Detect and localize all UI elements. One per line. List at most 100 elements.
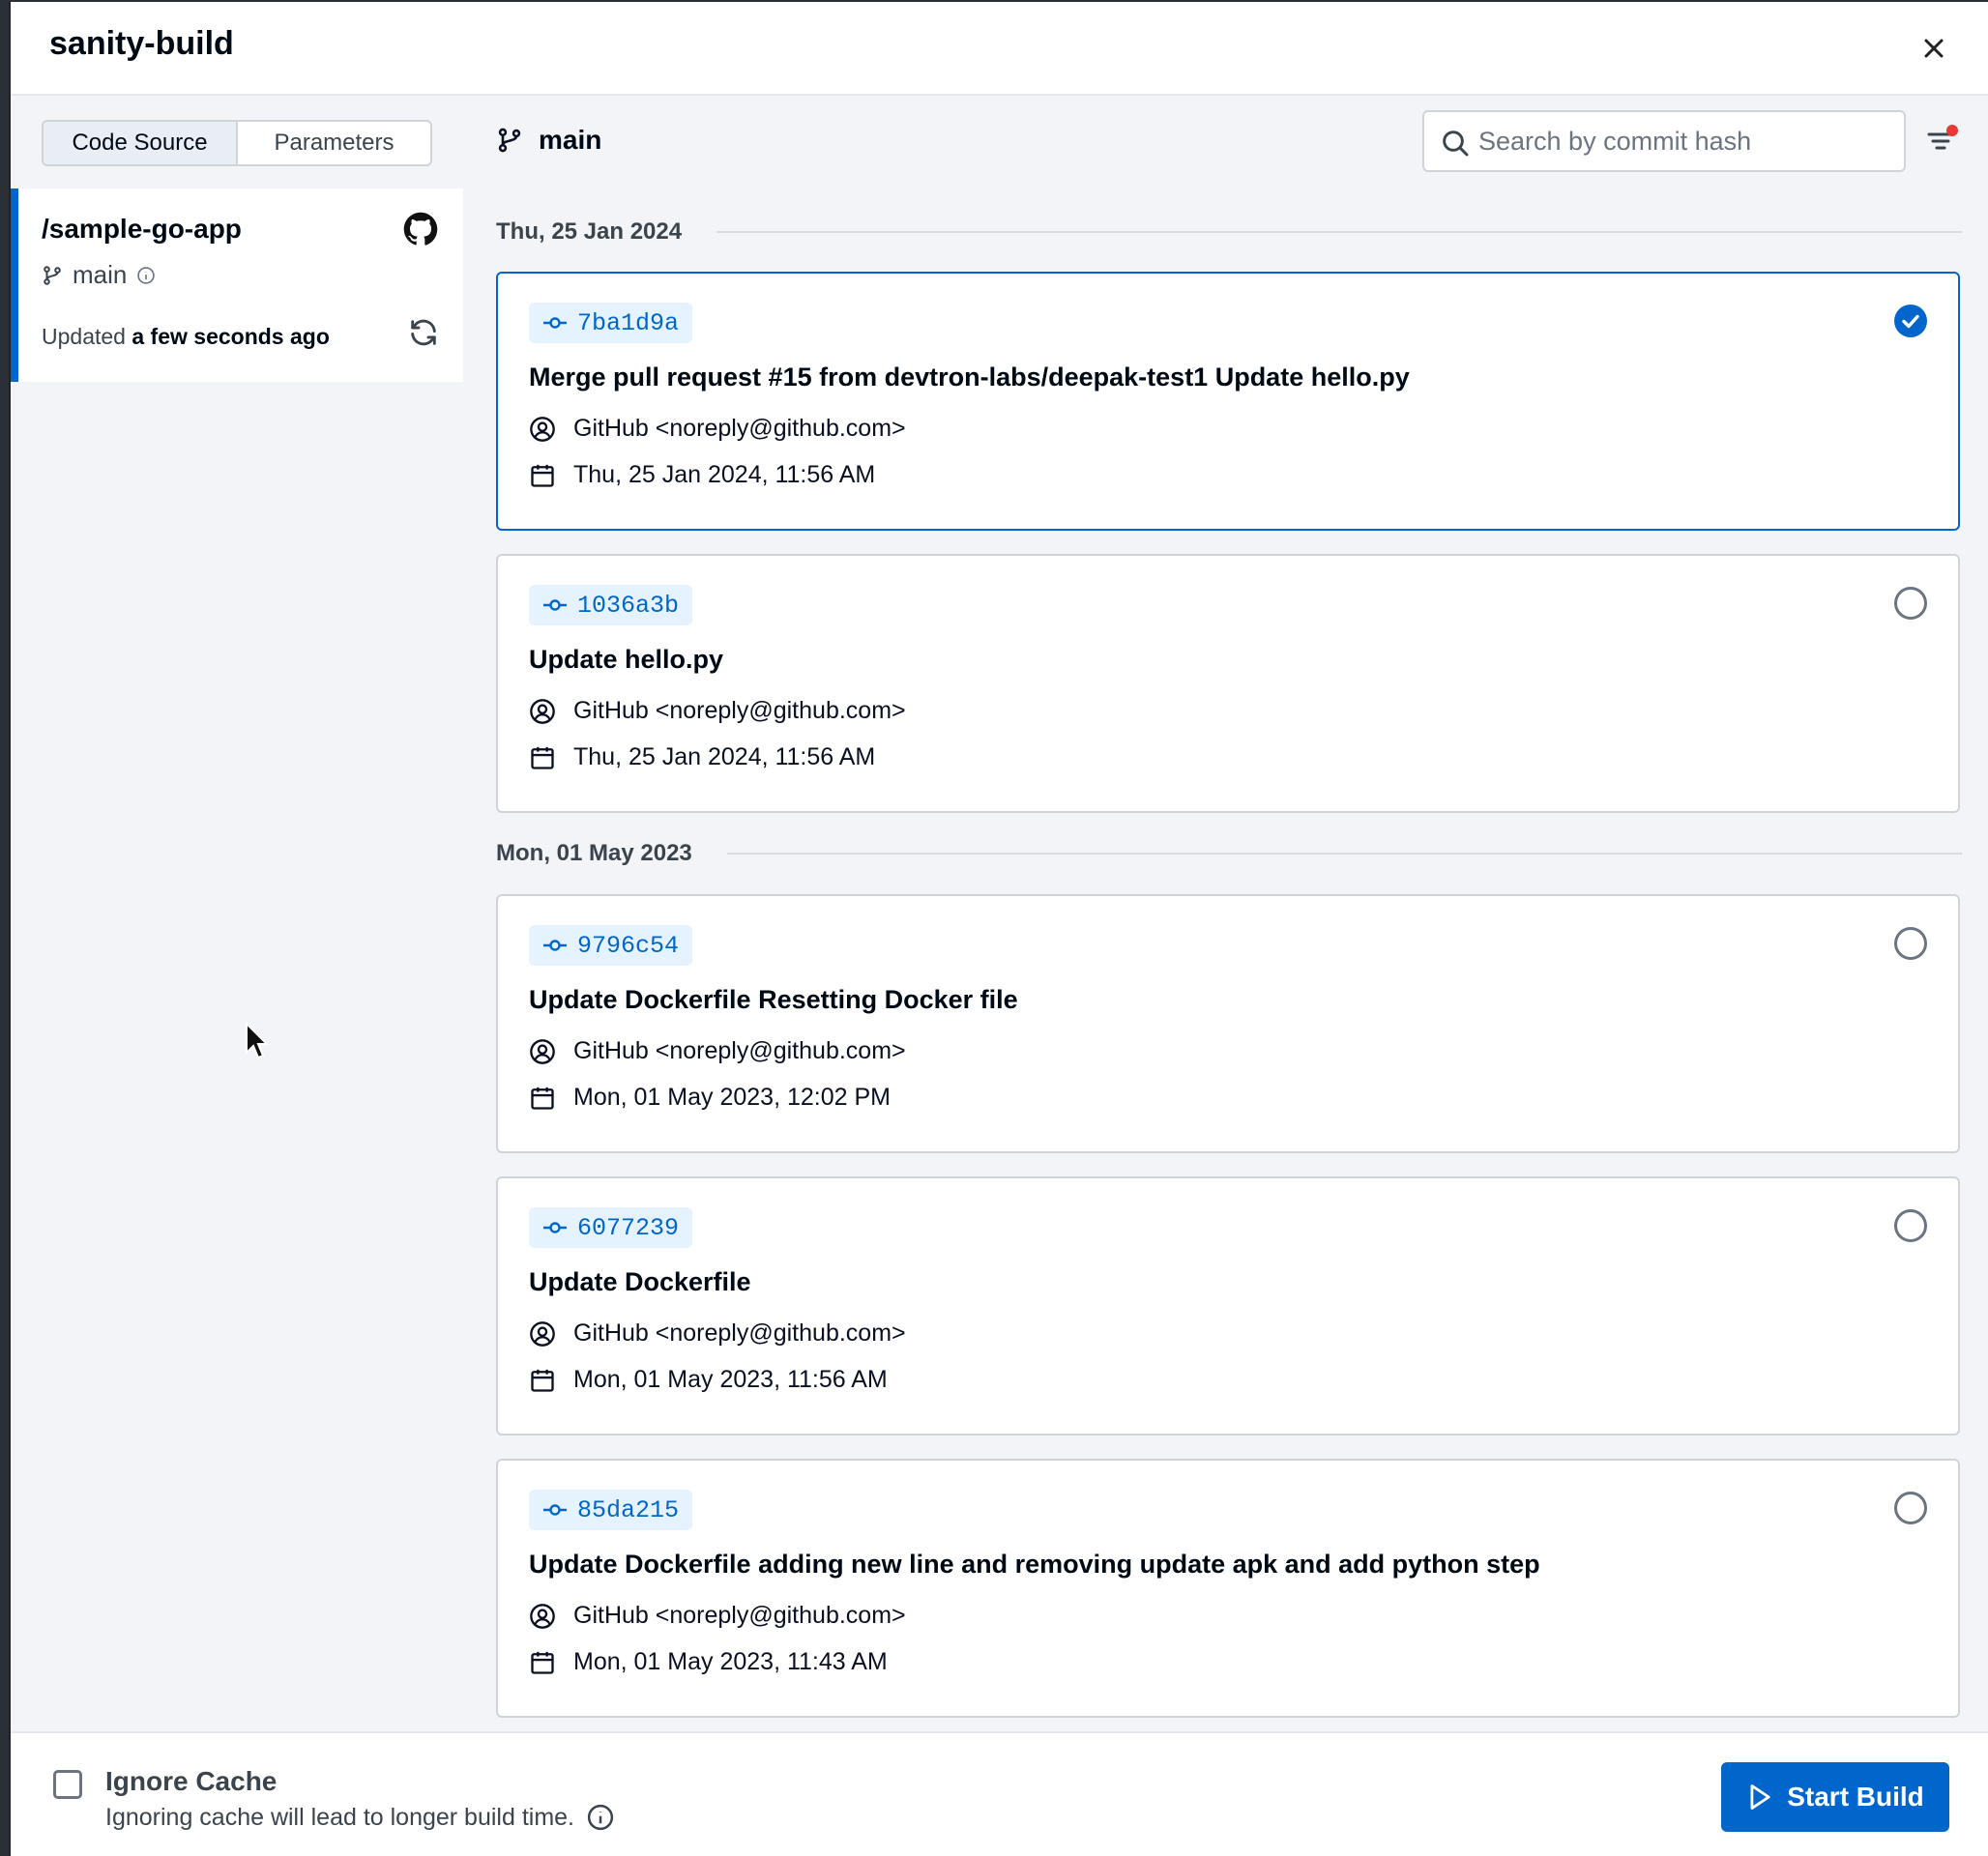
calendar-icon [531,1369,554,1392]
play-icon [1750,1784,1770,1810]
info-icon[interactable] [586,1803,615,1832]
commit-select-radio[interactable] [1894,1492,1927,1524]
tab-parameters[interactable]: Parameters [238,122,430,164]
user-circle-icon [530,1603,555,1629]
commit-hash-badge: 85da215 [529,1490,693,1530]
commit-select-radio-checked[interactable] [1894,304,1927,337]
commit-date-text: Mon, 01 May 2023, 11:56 AM [573,1366,888,1393]
commit-date: Mon, 01 May 2023, 12:02 PM [529,1084,891,1112]
ignore-cache-label: Ignore Cache [105,1766,278,1796]
commit-date: Thu, 25 Jan 2024, 11:56 AM [529,743,875,771]
commit-card[interactable]: 9796c54 Update Dockerfile Resetting Dock… [496,894,1960,1153]
commit-author: GitHub <noreply@github.com> [529,1602,906,1630]
modal-title: sanity-build [49,25,234,62]
check-icon [1902,314,1919,329]
commit-date-text: Mon, 01 May 2023, 11:43 AM [573,1648,888,1675]
repo-updated-text: Updated a few seconds ago [42,324,330,350]
user-circle-icon [530,1320,555,1347]
commit-date: Mon, 01 May 2023, 11:56 AM [529,1366,888,1394]
refresh-icon[interactable] [407,316,440,349]
commit-card[interactable]: 1036a3b Update hello.py GitHub <noreply@… [496,554,1960,813]
repo-branch: main [42,260,156,290]
modal-header: sanity-build [11,2,1988,96]
date-separator-label: Thu, 25 Jan 2024 [496,218,683,245]
date-separator-label: Mon, 01 May 2023 [496,840,692,866]
repo-branch-name: main [73,260,128,289]
git-commit-icon [543,317,567,329]
repo-updated-prefix: Updated [42,324,126,349]
commit-author-text: GitHub <noreply@github.com> [573,415,906,442]
commit-message: Update Dockerfile adding new line and re… [529,1550,1540,1579]
commit-author-text: GitHub <noreply@github.com> [573,697,906,724]
commit-date: Mon, 01 May 2023, 11:43 AM [529,1648,888,1676]
git-commit-icon [543,940,567,951]
tab-code-source[interactable]: Code Source [44,122,238,164]
notification-dot [1946,125,1958,136]
commit-date-text: Mon, 01 May 2023, 12:02 PM [573,1084,891,1111]
sidebar: Code Source Parameters /sample-go-app ma… [11,96,463,1731]
repo-card[interactable]: /sample-go-app main Updated a few second… [11,188,463,382]
commit-card[interactable]: 6077239 Update Dockerfile GitHub <norepl… [496,1176,1960,1436]
commit-hash: 1036a3b [577,591,680,620]
commit-hash: 7ba1d9a [577,308,680,337]
commit-hash-badge: 1036a3b [529,585,693,625]
calendar-icon [531,464,554,487]
commit-message: Merge pull request #15 from devtron-labs… [529,362,1410,392]
branch-header: main [496,125,601,156]
commit-date: Thu, 25 Jan 2024, 11:56 AM [529,461,875,489]
commit-date-text: Thu, 25 Jan 2024, 11:56 AM [573,461,876,488]
commit-author: GitHub <noreply@github.com> [529,697,906,725]
commit-panel: main Thu, 25 Jan 2024 7ba1d9a Merge p [463,96,1988,1731]
close-icon[interactable] [1915,29,1953,68]
mouse-cursor-icon [246,1022,270,1059]
source-tabs: Code Source Parameters [42,120,432,166]
commit-author-text: GitHub <noreply@github.com> [573,1320,906,1347]
commit-hash: 6077239 [577,1213,680,1242]
date-separator: Mon, 01 May 2023 [496,840,1962,867]
commit-hash-badge: 6077239 [529,1207,693,1248]
ignore-cache-note: Ignoring cache will lead to longer build… [105,1803,615,1832]
commit-author: GitHub <noreply@github.com> [529,415,906,443]
git-commit-icon [543,1222,567,1233]
commit-card[interactable]: 7ba1d9a Merge pull request #15 from devt… [496,272,1960,531]
commit-card[interactable]: 85da215 Update Dockerfile adding new lin… [496,1459,1960,1718]
branch-name: main [539,125,602,155]
commit-select-radio[interactable] [1894,927,1927,960]
commit-hash-badge: 9796c54 [529,925,693,966]
commit-hash: 85da215 [577,1495,680,1524]
github-icon [403,212,438,246]
commit-author: GitHub <noreply@github.com> [529,1037,906,1065]
calendar-icon [531,1087,554,1110]
start-build-label: Start Build [1787,1782,1924,1812]
info-icon[interactable] [136,266,156,285]
git-branch-icon [498,128,521,153]
commit-select-radio[interactable] [1894,1209,1927,1242]
git-commit-icon [543,1504,567,1516]
calendar-icon [531,746,554,769]
user-circle-icon [530,416,555,442]
git-commit-icon [543,599,567,611]
commit-date-text: Thu, 25 Jan 2024, 11:56 AM [573,743,876,770]
commit-author-text: GitHub <noreply@github.com> [573,1037,906,1064]
commit-hash-badge: 7ba1d9a [529,303,693,343]
search-icon [1443,130,1469,157]
commit-author: GitHub <noreply@github.com> [529,1320,906,1348]
date-separator: Thu, 25 Jan 2024 [496,218,1962,246]
separator-line [726,853,1962,855]
commit-hash: 9796c54 [577,931,680,960]
commit-select-radio[interactable] [1894,587,1927,620]
commit-message: Update Dockerfile Resetting Docker file [529,985,1018,1014]
commit-message: Update hello.py [529,645,724,674]
commit-author-text: GitHub <noreply@github.com> [573,1602,906,1629]
user-circle-icon [530,698,555,724]
repo-updated-value: a few seconds ago [132,324,330,349]
filter-icon[interactable] [1925,123,1960,158]
calendar-icon [531,1651,554,1674]
build-modal: sanity-build Code Source Parameters /sam… [9,2,1988,1856]
search-input[interactable] [1478,126,1904,157]
start-build-button[interactable]: Start Build [1721,1762,1949,1832]
modal-footer: Ignore Cache Ignoring cache will lead to… [11,1731,1988,1856]
ignore-cache-checkbox[interactable] [53,1770,82,1799]
ignore-cache-note-text: Ignoring cache will lead to longer build… [105,1803,574,1831]
separator-line [716,231,1962,233]
